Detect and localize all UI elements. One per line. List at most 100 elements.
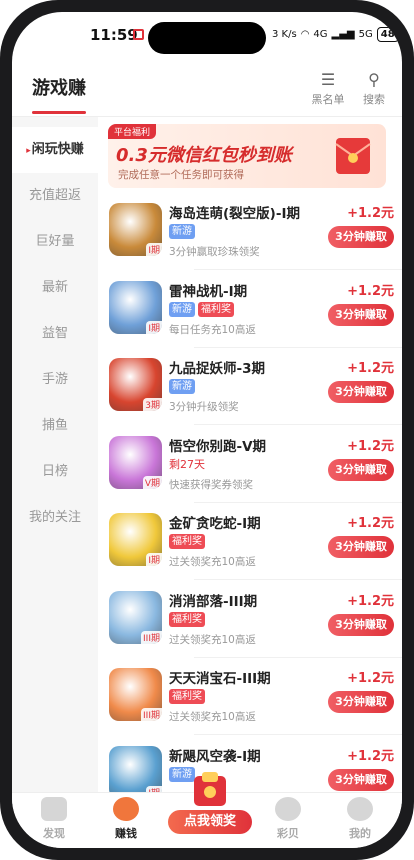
claim-reward-button[interactable]: 点我领奖 <box>162 770 258 838</box>
game-reward: +1.2元 <box>347 748 394 764</box>
game-reward: +1.2元 <box>347 671 394 686</box>
signal-icon: ▂▄▆ <box>331 29 355 40</box>
sidebar-item-mobile-games[interactable]: 手游 <box>12 357 98 403</box>
tab-discover-label: 发现 <box>43 827 65 840</box>
home-icon <box>41 797 67 821</box>
game-thumbnail[interactable]: III期 <box>109 668 162 721</box>
game-row[interactable]: I期 金矿贪吃蛇-I期 福利奖过关领奖充10高返 +1.2元 3分钟赚取 <box>98 502 402 580</box>
game-badge: 新游 <box>169 379 195 394</box>
game-thumbnail[interactable]: III期 <box>109 590 162 644</box>
game-name: 天天消宝石-III期 <box>169 671 271 687</box>
phone-frame: 11:59 3 K/s ◠ 4G ▂▄▆ 5G 48 游戏赚 ☰ 黑名单 ⚲ 搜… <box>0 0 414 860</box>
game-thumbnail[interactable]: I期 <box>109 745 162 799</box>
sidebar-item-following[interactable]: 我的关注 <box>12 495 98 541</box>
earn-button[interactable]: 3分钟赚取 <box>328 458 394 481</box>
promo-banner[interactable]: 平台福利 0.3元微信红包秒到账 完成任意一个任务即可获得 <box>108 124 386 188</box>
sidebar-item-fishing[interactable]: 捕鱼 <box>12 403 98 449</box>
game-badges: 福利奖 <box>169 689 205 704</box>
sidebar-item-quick-earn[interactable]: 闲玩快赚 <box>12 127 98 173</box>
tab-mine-label: 我的 <box>349 827 371 840</box>
game-thumbnail[interactable]: V期 <box>109 435 162 489</box>
game-badges: 新游 福利奖 <box>169 301 234 317</box>
dynamic-island <box>148 22 266 54</box>
earn-button[interactable]: 3分钟赚取 <box>328 613 394 636</box>
game-row[interactable]: III期 天天消宝石-III期 福利奖 过关领奖充10高返 +1.2元 3分钟赚取 <box>98 657 402 735</box>
game-badges: 新游 <box>169 224 195 239</box>
game-period-tag: III期 <box>141 708 162 721</box>
game-row[interactable]: 3期 九品捉妖师-3期 新游 3分钟升级领奖 +1.2元 3分钟赚取 <box>98 347 402 425</box>
blacklist-icon: ☰ <box>320 70 336 89</box>
user-icon <box>347 797 373 821</box>
signal-4g: 4G <box>313 29 328 40</box>
game-row[interactable]: I期 海岛连萌(裂空版)-I期 新游 3分钟赢取珍珠领奖 +1.2元 3分钟赚取 <box>98 192 402 270</box>
battery-icon: 48 <box>376 27 399 42</box>
sidebar-item-great[interactable]: 巨好量 <box>12 219 98 265</box>
blacklist-label: 黑名单 <box>311 93 345 106</box>
status-icons: 3 K/s ◠ 4G ▂▄▆ 5G 48 <box>272 27 399 42</box>
earn-button[interactable]: 3分钟赚取 <box>328 226 394 248</box>
game-badges: 福利奖 <box>169 534 205 549</box>
earn-button[interactable]: 3分钟赚取 <box>328 381 394 403</box>
page-title: 游戏赚 <box>32 78 86 99</box>
game-row[interactable]: III期 消消部落-III期 福利奖 过关领奖充10高返 +1.2元 3分钟赚取 <box>98 580 402 658</box>
status-time: 11:59 <box>90 26 138 44</box>
money-bag-icon <box>113 797 139 821</box>
notification-icon <box>133 29 144 40</box>
claim-reward-label: 点我领奖 <box>168 810 252 834</box>
gift-envelope-icon <box>194 772 226 806</box>
game-name: 九品捉妖师-3期 <box>169 361 265 377</box>
game-thumbnail[interactable]: I期 <box>109 513 162 566</box>
sidebar-item-recharge[interactable]: 充值超返 <box>12 173 98 219</box>
game-reward: +1.2元 <box>347 283 394 299</box>
tab-caibei[interactable]: 彩贝 <box>258 797 318 841</box>
game-reward: +1.2元 <box>347 206 394 221</box>
app-screen: 11:59 3 K/s ◠ 4G ▂▄▆ 5G 48 游戏赚 ☰ 黑名单 ⚲ 搜… <box>12 12 402 848</box>
page-header: 游戏赚 ☰ 黑名单 ⚲ 搜索 <box>12 58 402 114</box>
status-bar: 11:59 3 K/s ◠ 4G ▂▄▆ 5G 48 <box>12 12 402 58</box>
game-thumbnail[interactable]: I期 <box>109 280 162 334</box>
shell-icon <box>275 797 301 821</box>
sidebar-item-puzzle[interactable]: 益智 <box>12 311 98 357</box>
game-name: 新飓风空袭-I期 <box>169 748 261 765</box>
search-button[interactable]: ⚲ 搜索 <box>352 70 396 107</box>
earn-button[interactable]: 3分钟赚取 <box>328 303 394 326</box>
tab-earn-label: 赚钱 <box>115 827 137 840</box>
tab-mine[interactable]: 我的 <box>330 797 390 841</box>
earn-button[interactable]: 3分钟赚取 <box>328 768 394 791</box>
sidebar-item-daily-rank[interactable]: 日榜 <box>12 449 98 495</box>
tab-discover[interactable]: 发现 <box>24 797 84 841</box>
tab-earn[interactable]: 赚钱 <box>96 797 156 841</box>
game-description: 过关领奖充10高返 <box>169 556 256 568</box>
game-badge: 福利奖 <box>169 689 205 704</box>
game-name: 海岛连萌(裂空版)-I期 <box>169 206 300 222</box>
sidebar-item-newest[interactable]: 最新 <box>12 265 98 311</box>
game-name: 悟空你别跑-V期 <box>169 438 267 455</box>
game-period-tag: 3期 <box>143 398 162 411</box>
game-description: 快速获得奖券领奖 <box>169 478 253 491</box>
network-speed: 3 K/s <box>272 29 297 40</box>
game-badges: 福利奖 <box>169 611 205 627</box>
game-reward: +1.2元 <box>347 361 394 376</box>
game-badge: 福利奖 <box>169 534 205 549</box>
earn-button[interactable]: 3分钟赚取 <box>328 691 394 713</box>
game-badge: 福利奖 <box>169 611 205 627</box>
banner-tag: 平台福利 <box>108 124 157 139</box>
game-reward: +1.2元 <box>347 516 394 531</box>
game-reward: +1.2元 <box>347 593 394 609</box>
game-name: 雷神战机-I期 <box>169 283 248 300</box>
red-envelope-icon <box>335 138 371 174</box>
game-badge: 福利奖 <box>198 301 234 317</box>
game-period-tag: I期 <box>146 553 162 566</box>
game-thumbnail[interactable]: I期 <box>109 203 162 256</box>
title-underline <box>32 111 86 114</box>
game-description: 3分钟升级领奖 <box>169 401 239 413</box>
category-sidebar: 闲玩快赚 充值超返 巨好量 最新 益智 手游 捕鱼 日榜 我的关注 <box>12 117 98 797</box>
banner-headline: 0.3元微信红包秒到账 <box>116 145 292 166</box>
game-row[interactable]: I期 雷神战机-I期 新游 福利奖 每日任务充10高返 +1.2元 3分钟赚取 <box>98 270 402 348</box>
wifi-icon: ◠ <box>300 29 310 40</box>
game-thumbnail[interactable]: 3期 <box>109 358 162 411</box>
earn-button[interactable]: 3分钟赚取 <box>328 536 394 558</box>
game-name: 金矿贪吃蛇-I期 <box>169 516 261 532</box>
game-row[interactable]: V期 悟空你别跑-V期 剩27天 快速获得奖券领奖 +1.2元 3分钟赚取 <box>98 425 402 503</box>
blacklist-button[interactable]: ☰ 黑名单 <box>306 70 350 107</box>
